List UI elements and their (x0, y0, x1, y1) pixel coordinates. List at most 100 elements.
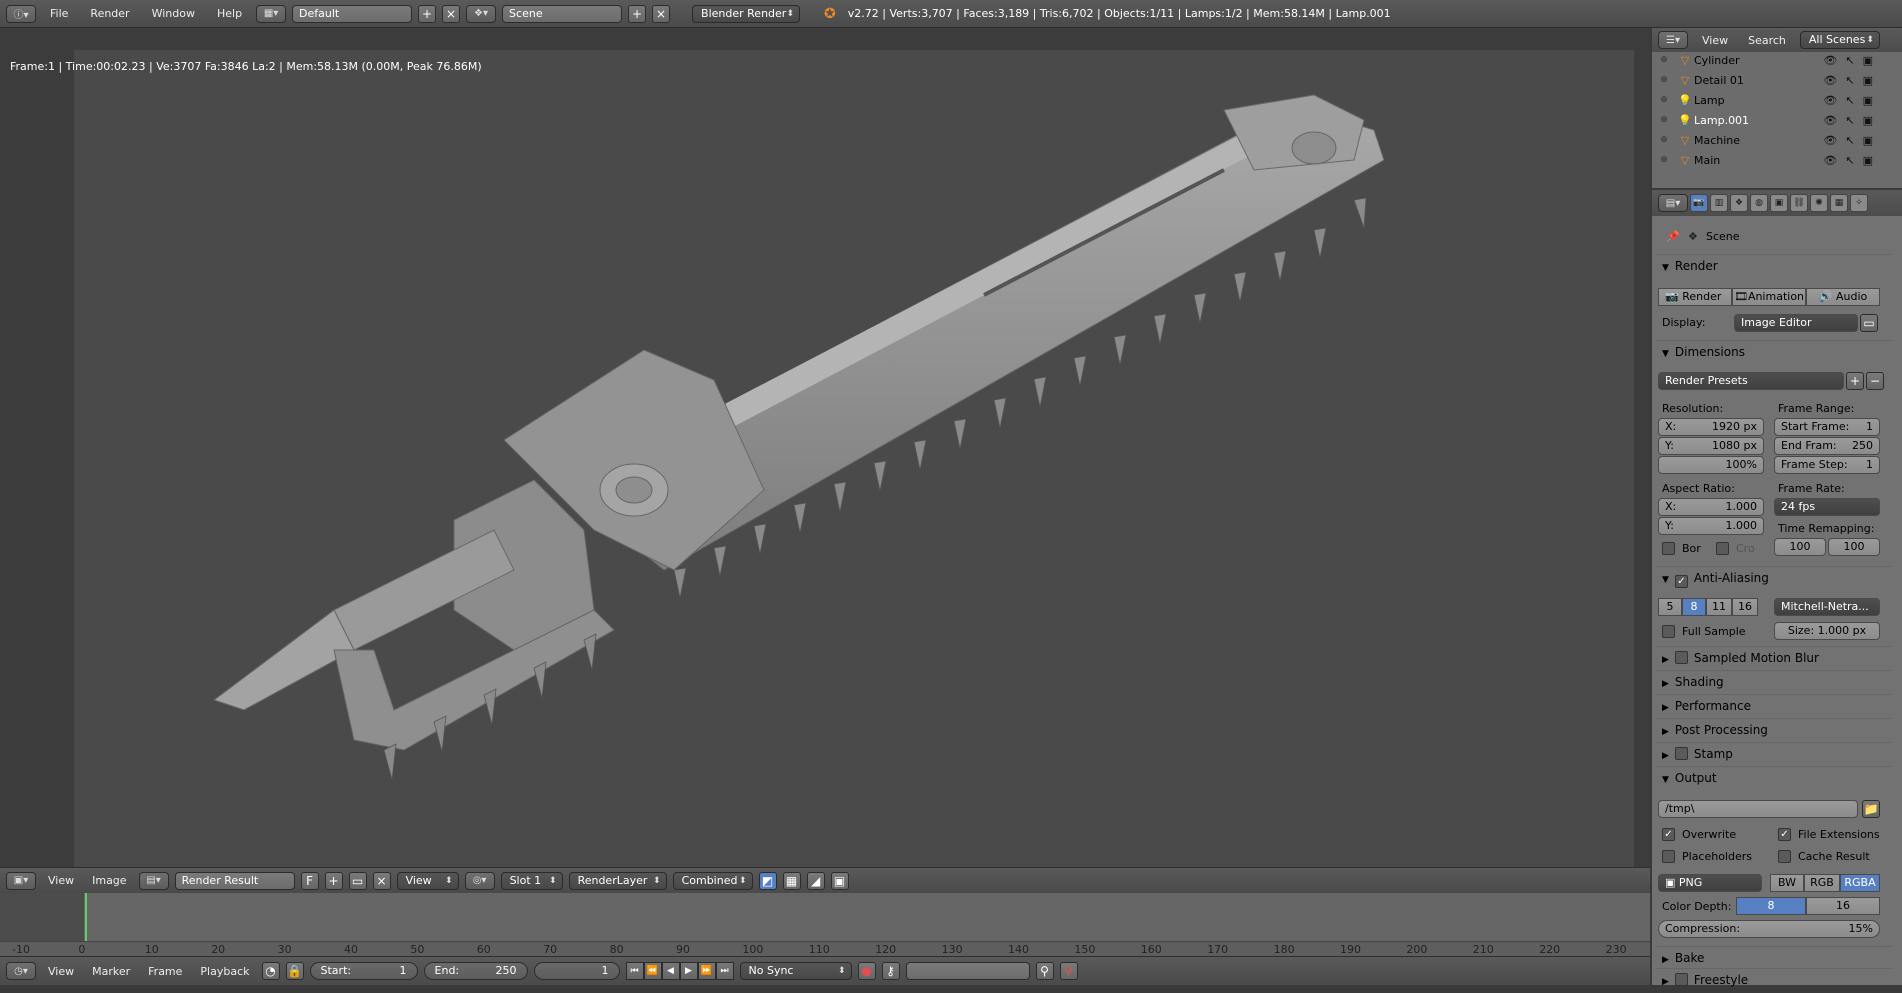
aa-samples-11[interactable]: 11 (1706, 598, 1732, 616)
menu-view[interactable]: View (42, 874, 80, 887)
start-frame-field[interactable]: Start: 1 (309, 962, 418, 980)
dimensions-panel-header[interactable]: ▼ Dimensions (1656, 340, 1892, 362)
aa-samples-5[interactable]: 5 (1658, 598, 1682, 616)
menu-image[interactable]: Image (86, 874, 132, 887)
outliner-row[interactable]: ⊕ ▽ Machine 👁↖▣ (1652, 130, 1887, 150)
constraints-tab-icon[interactable]: ⛓ (1790, 194, 1808, 212)
aspect-x-field[interactable]: X: 1.000 (1658, 498, 1764, 516)
display-channels-icon[interactable]: ◩ (758, 871, 777, 890)
render-image-button[interactable]: 📷 Render (1658, 288, 1732, 306)
add-scene-button[interactable]: + (628, 4, 647, 23)
resolution-percentage-field[interactable]: 100% (1658, 456, 1764, 474)
properties-editor[interactable]: ▤▾ 📷 ▥ ❖ ◍ ▣ ⛓ ✺ ▦ ✧ 📌 ❖ Scene ▼ Render 📷… (1652, 190, 1902, 987)
timeline-track[interactable] (0, 893, 1650, 941)
render-presets-dropdown[interactable]: Render Presets (1658, 372, 1844, 390)
aa-filter-dropdown[interactable]: Mitchell-Netra... (1774, 598, 1880, 616)
delete-keyframe-icon[interactable]: ⚲ (1059, 962, 1078, 980)
outliner-menu-search[interactable]: Search (1742, 34, 1792, 47)
render-audio-button[interactable]: 🔊 Audio (1806, 288, 1880, 306)
remove-scene-button[interactable]: × (652, 4, 671, 23)
zbuffer-icon[interactable]: ◢ (806, 871, 825, 890)
keying-set-icon[interactable]: ⚷ (881, 962, 900, 980)
add-preset-button[interactable]: + (1846, 372, 1864, 390)
render-tab-icon[interactable]: 📷 (1690, 194, 1708, 212)
properties-editor-type-icon[interactable]: ▤▾ (1658, 194, 1688, 212)
render-layer-dropdown[interactable]: RenderLayer (568, 871, 667, 890)
color-mode-rgb[interactable]: RGB (1804, 874, 1840, 892)
keying-set-field[interactable] (905, 962, 1030, 980)
resolution-y-field[interactable]: Y: 1080 px (1658, 437, 1764, 455)
menu-render[interactable]: Render (82, 0, 137, 28)
crop-checkbox[interactable] (1716, 542, 1729, 555)
outliner-row[interactable]: ⊕ ▽ Main 👁↖▣ (1652, 150, 1887, 170)
pass-dropdown[interactable]: Combined (672, 871, 753, 890)
menu-view-timeline[interactable]: View (42, 965, 80, 978)
aa-samples-16[interactable]: 16 (1732, 598, 1758, 616)
unlink-image-button[interactable]: × (372, 871, 391, 890)
render-engine-dropdown[interactable]: Blender Render (692, 4, 801, 23)
visibility-icons[interactable]: 👁↖▣ (1823, 154, 1881, 167)
menu-frame[interactable]: Frame (142, 965, 188, 978)
file-format-dropdown[interactable]: ▣ PNG (1658, 874, 1762, 892)
record-icon[interactable]: ● (857, 962, 876, 980)
end-frame-prop-field[interactable]: End Fram: 250 (1774, 437, 1880, 455)
frame-step-field[interactable]: Frame Step: 1 (1774, 456, 1880, 474)
color-depth-16[interactable]: 16 (1806, 897, 1880, 915)
menu-window[interactable]: Window (144, 0, 203, 28)
time-remap-new-field[interactable]: 100 (1828, 538, 1880, 556)
play-reverse-icon[interactable]: ◀ (661, 962, 680, 980)
insert-keyframe-icon[interactable]: ⚲ (1035, 962, 1054, 980)
compression-slider[interactable]: Compression: 15% (1658, 920, 1880, 938)
freestyle-panel[interactable]: ▶ Freestyle (1656, 968, 1892, 990)
remove-preset-button[interactable]: − (1866, 372, 1884, 390)
visibility-icons[interactable]: 👁↖▣ (1823, 114, 1881, 127)
texture-tab-icon[interactable]: ▦ (1830, 194, 1848, 212)
outliner-row[interactable]: ⊕ ▽ Detail 01 👁↖▣ (1652, 70, 1887, 90)
color-depth-8[interactable]: 8 (1736, 897, 1806, 915)
display-dropdown[interactable]: Image Editor (1734, 314, 1858, 332)
color-mode-rgba[interactable]: RGBA (1840, 874, 1880, 892)
alpha-checker-icon[interactable]: ▦ (782, 871, 801, 890)
file-extensions-checkbox[interactable]: ✓ (1778, 828, 1791, 841)
data-tab-icon[interactable]: ✺ (1810, 194, 1828, 212)
output-path-field[interactable]: /tmp\ (1658, 800, 1858, 818)
view-mode-dropdown[interactable]: View (396, 871, 459, 890)
color-mode-bw[interactable]: BW (1770, 874, 1804, 892)
remove-screen-button[interactable]: × (442, 4, 461, 23)
new-image-button[interactable]: + (324, 871, 343, 890)
particles-tab-icon[interactable]: ✧ (1850, 194, 1868, 212)
render-panel-header[interactable]: ▼ Render (1656, 254, 1892, 276)
add-screen-button[interactable]: + (418, 4, 437, 23)
aspect-y-field[interactable]: Y: 1.000 (1658, 517, 1764, 535)
stamp-checkbox[interactable] (1674, 747, 1688, 760)
current-frame-field[interactable]: 1 (533, 962, 620, 980)
jump-end-icon[interactable]: ⏭ (715, 962, 734, 980)
image-browse-icon[interactable]: ▤▾ (138, 871, 169, 890)
aa-filter-size-field[interactable]: Size: 1.000 px (1774, 622, 1880, 640)
time-remap-old-field[interactable]: 100 (1774, 538, 1826, 556)
bake-panel[interactable]: ▶ Bake (1656, 946, 1892, 968)
anti-aliasing-panel-header[interactable]: ▼ ✓ Anti-Aliasing (1656, 566, 1892, 588)
lock-interface-icon[interactable]: ▭ (1860, 314, 1878, 332)
render-animation-button[interactable]: 🎞Animation (1732, 288, 1806, 306)
sync-mode-dropdown[interactable]: No Sync (739, 962, 852, 980)
outliner-filter-dropdown[interactable]: All Scenes (1799, 31, 1880, 49)
outliner-row[interactable]: ⊕ ▽ Cylinder 👁↖▣ (1652, 50, 1887, 70)
expand-icon[interactable]: ⊕ (1652, 135, 1676, 145)
scene-icon[interactable]: ❖▾ (466, 4, 497, 23)
channel-icon[interactable]: ▣ (830, 871, 849, 890)
info-editor-type-button[interactable]: ⓘ▾ (6, 4, 36, 23)
menu-help[interactable]: Help (209, 0, 250, 28)
placeholders-checkbox[interactable] (1662, 850, 1675, 863)
image-name-field[interactable]: Render Result (174, 871, 295, 890)
timeline-area[interactable]: -10 0 10 20 30 40 50 60 70 80 90 100 110 120 130 140 150… (0, 893, 1650, 956)
browse-folder-icon[interactable]: 📁 (1862, 800, 1880, 818)
timeline-editor-type-icon[interactable]: ◷▾ (6, 962, 36, 980)
aa-samples-8[interactable]: 8 (1682, 598, 1706, 616)
visibility-icons[interactable]: 👁↖▣ (1823, 74, 1881, 87)
jump-prev-key-icon[interactable]: ⏪ (643, 962, 662, 980)
outliner-editor-type-icon[interactable]: ☰▾ (1658, 31, 1688, 49)
layers-tab-icon[interactable]: ▥ (1710, 194, 1728, 212)
outliner-row[interactable]: ⊕ 💡 Lamp 👁↖▣ (1652, 90, 1887, 110)
scene-tab-icon[interactable]: ❖ (1730, 194, 1748, 212)
